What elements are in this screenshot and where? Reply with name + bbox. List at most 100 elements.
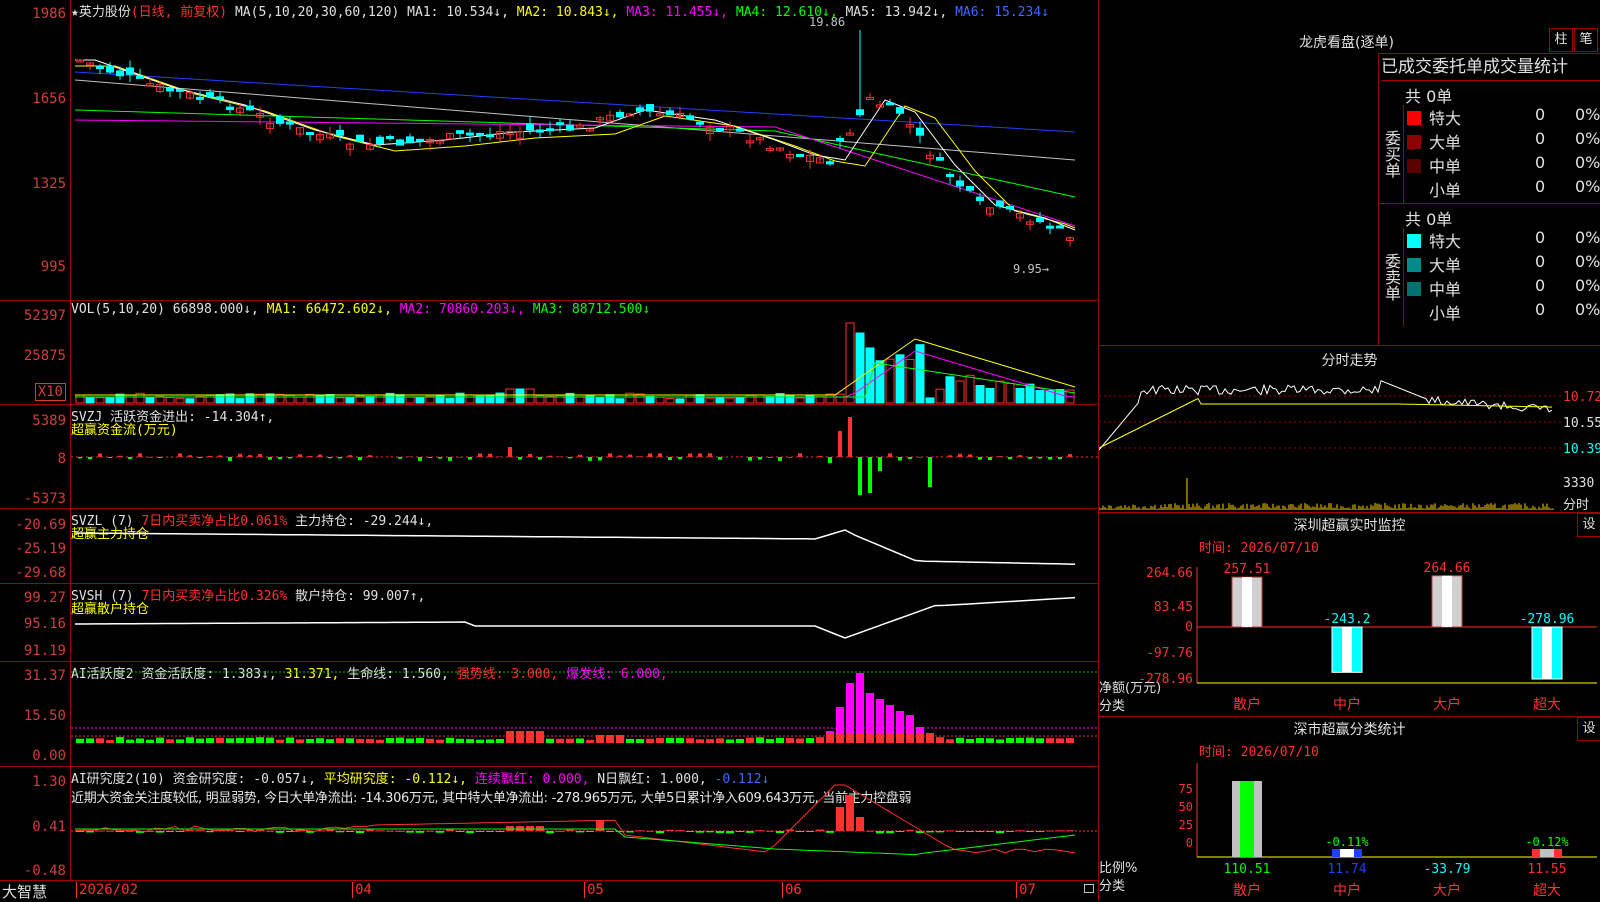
ai-activity-chart[interactable] [71,662,1098,766]
volume-bar [256,394,264,403]
research-bar [686,831,694,832]
date-label: 07 [1016,882,1036,898]
activity-bar [296,739,304,743]
intraday-avg-line [1099,399,1552,449]
candle-body [377,137,384,143]
volume-bar [966,375,974,403]
candle-body [477,133,484,135]
activity-bar [436,740,444,743]
sell-side: 委卖单 共 0单 特大00% 大单00% 中单00% 小单00% [1379,204,1600,326]
flow-bar [608,453,612,457]
activity-bar [576,738,584,743]
sell-m-val: 0 [1535,276,1545,295]
candle-body [577,125,584,127]
research-bar [356,831,364,833]
activity-bar [1046,738,1054,743]
monitor-value-label: 257.51 [1224,562,1271,577]
candle-body [287,122,294,124]
class-bottom-value: 110.51 [1224,862,1271,877]
research-bar [936,831,944,832]
sell-s-name: 小单 [1429,300,1461,324]
research-bar [1006,831,1014,832]
svzj-chart[interactable] [71,405,1098,508]
date-axis: 大智慧 2026/02 04 05 06 07 [0,881,1098,900]
research-bar [556,831,564,832]
ma-line-1 [75,72,1075,132]
candle-body [167,89,174,91]
monitor-axis-label: -97.76 [1146,646,1193,661]
volume-bar [856,333,864,403]
research-bar [746,831,754,833]
flow-bar [798,453,802,457]
activity-bar [566,739,574,743]
flow-bar [158,457,162,458]
activity-bar [466,739,474,743]
activity-bar [486,739,494,743]
flow-bar [1018,455,1022,457]
research-bar [1026,831,1034,832]
flow-bar [358,457,362,460]
svzl-axis-label: -25.19 [15,541,66,557]
volume-chart[interactable] [71,301,1098,404]
date-label: 04 [352,882,372,898]
sell-m-pct: 0% [1575,276,1600,295]
ai-activity-panel[interactable]: 31.37 15.50 0.00 AI活跃度2 资金活跃度: 1.383↓, 3… [0,662,1098,767]
price-axis-label: 1656 [32,91,66,107]
svzj-axis-label: -5373 [24,491,66,507]
research-bar [366,830,374,831]
monitor-axis-label: 264.66 [1146,566,1193,581]
activity-bar [986,738,994,743]
research-bar [776,831,784,833]
ai-research-panel[interactable]: 1.30 0.41 -0.48 AI研究度2(10) 资金研究度: -0.057… [0,767,1098,881]
sz-monitor-section[interactable]: 深圳超赢实时监控 设 时间: 2026/07/10 264.6683.450-9… [1099,512,1600,717]
sz-class-chart[interactable]: 7550250110.51散户-0.11%11.74中户-33.79大户-0.1… [1099,737,1600,901]
price-panel[interactable]: 1986 1656 1325 995 ★英力股份(日线, 前复权) MA(5,1… [0,0,1098,301]
sz-monitor-chart[interactable]: 264.6683.450-97.76-278.96257.51散户-243.2中… [1099,533,1600,716]
sell-l-val: 0 [1535,252,1545,271]
monitor-value-label: -243.2 [1324,612,1371,627]
flow-bar [188,455,192,457]
research-bar [806,831,814,832]
activity-bar [136,738,144,743]
sell-xl-swatch [1407,234,1421,248]
flow-bar [1058,457,1062,459]
research-bar [76,831,84,832]
volume-panel[interactable]: 52397 25875 X10 VOL(5,10,20) 66898.000↓,… [0,301,1098,405]
activity-bar [386,738,394,743]
flow-bar [698,453,702,457]
candle-body [1047,226,1054,228]
svzl-panel[interactable]: -20.69 -25.19 -29.68 SVZL (7) 7日内买卖净占比0.… [0,509,1098,584]
ai-activity-axis-label: 31.37 [24,668,66,684]
sz-class-section[interactable]: 深市超赢分类统计 设 时间: 2026/07/10 7550250110.51散… [1099,716,1600,901]
activity-bar [446,738,454,743]
activity-high-bar [906,715,914,733]
ma-line-6 [75,60,1075,230]
activity-base-bar [896,733,904,743]
activity-bar [276,740,284,743]
activity-bar [316,738,324,743]
ai-research-chart[interactable] [71,767,1098,880]
intraday-chart[interactable] [1099,370,1561,512]
flow-bar [568,457,572,458]
svzl-axis-label: -29.68 [15,565,66,581]
volume-bar [766,397,774,403]
svzl-chart[interactable] [71,509,1098,583]
class-bar-label: -0.11% [1325,835,1369,849]
activity-bar [746,738,754,743]
svzl-axis: -20.69 -25.19 -29.68 [0,509,71,583]
candlestick-chart[interactable]: 19.86 9.95→ [71,0,1098,300]
tick-mode-button[interactable]: 笔 [1574,28,1598,52]
intraday-section[interactable]: 分时走势 10.72 10.55 10.39 3330 分时 [1099,345,1600,513]
research-bar [826,831,834,833]
flow-bar [688,454,692,457]
svsh-panel[interactable]: 99.27 95.16 91.19 SVSH (7) 7日内买卖净占比0.326… [0,584,1098,662]
volume-bar [186,399,194,403]
activity-bar [816,737,824,743]
svsh-chart[interactable] [71,584,1098,661]
candle-body [337,130,344,135]
activity-bar [766,739,774,743]
activity-bar [346,738,354,743]
lock-icon[interactable] [1084,884,1094,893]
svzj-panel[interactable]: 5389 8 -5373 SVZJ 活跃资金进出: -14.304↑, 超赢资金… [0,405,1098,509]
bar-mode-button[interactable]: 柱 [1549,28,1573,52]
